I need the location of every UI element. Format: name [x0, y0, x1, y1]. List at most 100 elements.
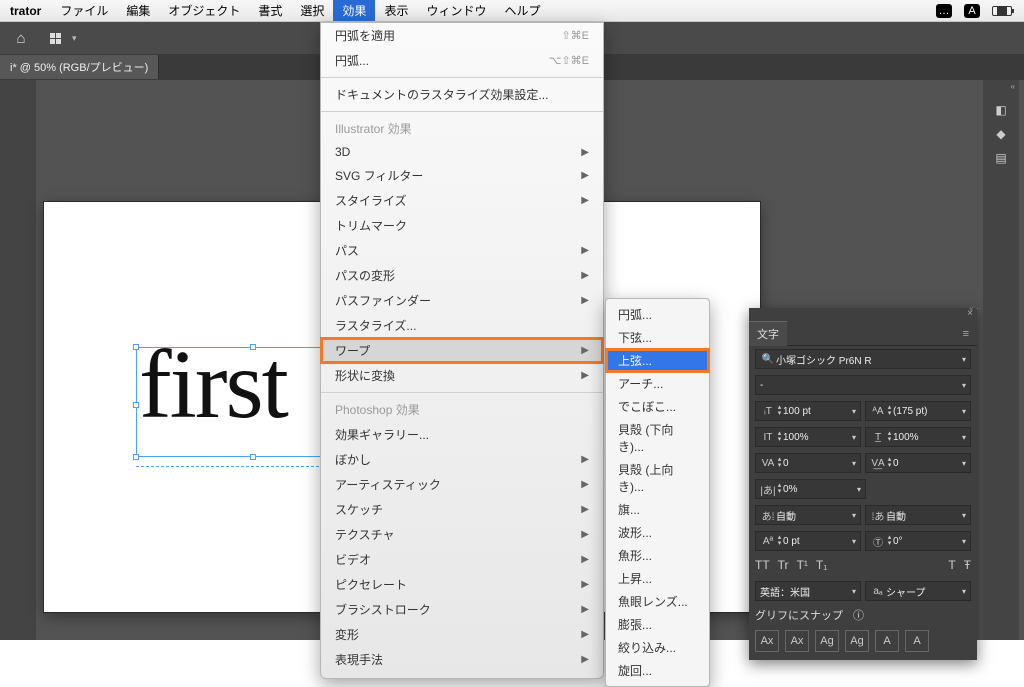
warp-fish[interactable]: 魚形...: [606, 544, 709, 567]
warp-arc-lower[interactable]: 下弦...: [606, 326, 709, 349]
menu-window[interactable]: ウィンドウ: [417, 0, 495, 21]
chevron-down-icon: ▾: [962, 381, 966, 390]
font-family-field[interactable]: 🔍 小塚ゴシック Pr6N R ▾: [755, 349, 971, 369]
menuitem-distort[interactable]: 変形▶: [321, 622, 603, 647]
warp-inflate[interactable]: 膨張...: [606, 613, 709, 636]
line-tray-icon[interactable]: …: [936, 4, 952, 18]
menu-help[interactable]: ヘルプ: [495, 0, 549, 21]
warp-shell-lower[interactable]: 貝殻 (下向き)...: [606, 418, 709, 458]
menuitem-path[interactable]: パス▶: [321, 238, 603, 263]
warp-arc-upper[interactable]: 上弦...: [606, 349, 709, 372]
smallcaps-icon[interactable]: Tr: [778, 558, 789, 572]
aki-left-field[interactable]: あ⁞自動▾: [755, 505, 861, 525]
rotate-icon: Ⓣ: [870, 534, 886, 549]
tracking-icon: V͟A: [870, 458, 886, 469]
antialias-field[interactable]: aₐシャープ▾: [865, 581, 971, 601]
menuitem-last-effect[interactable]: 円弧...⌥⇧⌘E: [321, 48, 603, 73]
menu-select[interactable]: 選択: [291, 0, 333, 21]
allcaps-icon[interactable]: TT: [755, 558, 770, 572]
warp-squeeze[interactable]: 絞り込み...: [606, 636, 709, 659]
menu-view[interactable]: 表示: [375, 0, 417, 21]
info-icon[interactable]: ⓘ: [853, 607, 864, 623]
panel-tab-character[interactable]: 文字: [749, 321, 787, 346]
menuitem-artistic[interactable]: アーティスティック▶: [321, 472, 603, 497]
menu-effect[interactable]: 効果: [333, 0, 375, 21]
font-size-field[interactable]: ᵢT▴▾100 pt▾: [755, 401, 861, 421]
menuitem-distort-transform[interactable]: パスの変形▶: [321, 263, 603, 288]
rail-icon-1[interactable]: ◧: [983, 98, 1019, 122]
menuitem-effect-gallery[interactable]: 効果ギャラリー...: [321, 422, 603, 447]
menuitem-texture[interactable]: テクスチャ▶: [321, 522, 603, 547]
superscript-icon[interactable]: T¹: [797, 558, 808, 572]
menuitem-stylize[interactable]: スタイライズ▶: [321, 188, 603, 213]
battery-icon[interactable]: [992, 6, 1012, 16]
glyph-opt-5[interactable]: A: [875, 630, 899, 652]
tools-rail[interactable]: [0, 80, 36, 640]
baseline-field[interactable]: Aª▴▾0 pt▾: [755, 531, 861, 551]
stepper-icon[interactable]: ▴▾: [886, 405, 893, 417]
menuitem-video[interactable]: ビデオ▶: [321, 547, 603, 572]
handle-mt[interactable]: [250, 344, 256, 350]
menuitem-raster-settings[interactable]: ドキュメントのラスタライズ効果設定...: [321, 82, 603, 107]
antialias-value: シャープ: [886, 584, 962, 599]
handle-bl[interactable]: [133, 454, 139, 460]
warp-arch[interactable]: アーチ...: [606, 372, 709, 395]
menuitem-3d[interactable]: 3D▶: [321, 141, 603, 163]
rail-close-icon[interactable]: «: [1011, 82, 1015, 91]
menu-type[interactable]: 書式: [249, 0, 291, 21]
vscale-field[interactable]: IT▴▾100%▾: [755, 427, 861, 447]
menuitem-stylize-ps[interactable]: 表現手法▶: [321, 647, 603, 672]
warp-arc[interactable]: 円弧...: [606, 303, 709, 326]
strikethrough-icon[interactable]: Ŧ: [964, 558, 971, 572]
glyph-opt-4[interactable]: Ag: [845, 630, 869, 652]
stepper-icon[interactable]: ▴▾: [776, 405, 783, 417]
menuitem-rasterize[interactable]: ラスタライズ...: [321, 313, 603, 338]
menuitem-blur[interactable]: ぼかし▶: [321, 447, 603, 472]
handle-ml[interactable]: [133, 402, 139, 408]
panel-collapse-icon[interactable]: « ··: [969, 304, 981, 313]
leading-field[interactable]: ᴬA▴▾(175 pt)▾: [865, 401, 971, 421]
panel-menu-icon[interactable]: ≡: [955, 328, 977, 340]
warp-bulge[interactable]: でこぼこ...: [606, 395, 709, 418]
warp-twist[interactable]: 旋回...: [606, 659, 709, 682]
glyph-opt-2[interactable]: Ax: [785, 630, 809, 652]
handle-mb[interactable]: [250, 454, 256, 460]
glyph-opt-1[interactable]: Ax: [755, 630, 779, 652]
arrange-button[interactable]: [42, 25, 68, 51]
menuitem-convert-shape[interactable]: 形状に変換▶: [321, 363, 603, 388]
kerning-field[interactable]: VA▴▾0▾: [755, 453, 861, 473]
propwidth-field[interactable]: |あ|▴▾0%▾: [755, 479, 866, 499]
glyph-opt-6[interactable]: A: [905, 630, 929, 652]
warp-fisheye[interactable]: 魚眼レンズ...: [606, 590, 709, 613]
menuitem-warp[interactable]: ワープ▶: [321, 338, 603, 363]
subscript-icon[interactable]: T₁: [816, 558, 827, 572]
language-field[interactable]: 英語：米国▾: [755, 581, 861, 601]
home-button[interactable]: ⌂: [8, 25, 34, 51]
rail-icon-3[interactable]: ▤: [983, 146, 1019, 170]
menu-object[interactable]: オブジェクト: [159, 0, 249, 21]
menuitem-trim-marks[interactable]: トリムマーク: [321, 213, 603, 238]
input-tray-icon[interactable]: A: [964, 4, 980, 18]
menuitem-pixelate[interactable]: ピクセレート▶: [321, 572, 603, 597]
glyph-opt-3[interactable]: Ag: [815, 630, 839, 652]
document-tab[interactable]: i* @ 50% (RGB/プレビュー): [0, 55, 159, 79]
font-style-field[interactable]: - ▾: [755, 375, 971, 395]
underline-icon[interactable]: T: [948, 558, 955, 572]
tracking-field[interactable]: V͟A▴▾0▾: [865, 453, 971, 473]
menu-file[interactable]: ファイル: [51, 0, 117, 21]
warp-shell-upper[interactable]: 貝殻 (上向き)...: [606, 458, 709, 498]
aki-right-field[interactable]: ⁞あ自動▾: [865, 505, 971, 525]
menuitem-svg-filters[interactable]: SVG フィルター▶: [321, 163, 603, 188]
rail-icon-2[interactable]: ◆: [983, 122, 1019, 146]
menuitem-apply-last[interactable]: 円弧を適用⇧⌘E: [321, 23, 603, 48]
handle-tl[interactable]: [133, 344, 139, 350]
warp-flag[interactable]: 旗...: [606, 498, 709, 521]
warp-wave[interactable]: 波形...: [606, 521, 709, 544]
menuitem-pathfinder[interactable]: パスファインダー▶: [321, 288, 603, 313]
warp-rise[interactable]: 上昇...: [606, 567, 709, 590]
menuitem-sketch[interactable]: スケッチ▶: [321, 497, 603, 522]
menu-edit[interactable]: 編集: [117, 0, 159, 21]
rotate-field[interactable]: Ⓣ▴▾0°▾: [865, 531, 971, 551]
hscale-field[interactable]: T̲▴▾100%▾: [865, 427, 971, 447]
menuitem-brush-strokes[interactable]: ブラシストローク▶: [321, 597, 603, 622]
